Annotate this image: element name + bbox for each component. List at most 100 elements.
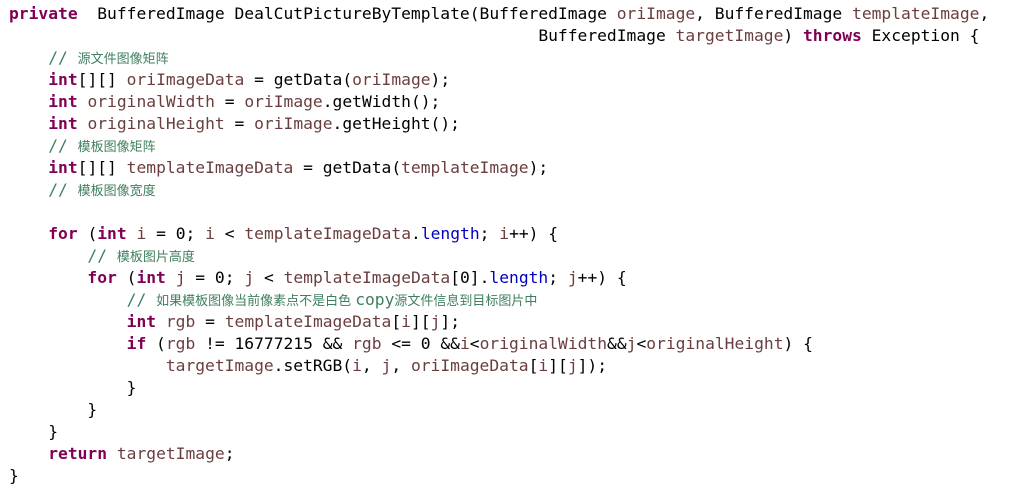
code-line[interactable]: int originalWidth = oriImage.getWidth(); (0, 91, 1010, 113)
code-token: . (411, 224, 421, 243)
code-line[interactable]: } (0, 377, 1010, 399)
code-token: [ (391, 312, 402, 331)
comment-token: copy (355, 290, 395, 309)
code-token: < (254, 268, 284, 287)
code-token: ++) { (509, 224, 559, 243)
code-token: } (126, 378, 137, 397)
comment-token: // (126, 290, 157, 309)
variable-token: oriImage (352, 70, 431, 89)
code-token: } (48, 422, 59, 441)
code-token: } (87, 400, 98, 419)
code-token: } (9, 466, 19, 485)
code-token: [0]. (450, 268, 490, 287)
code-line[interactable]: int[][] templateImageData = getData(temp… (0, 157, 1010, 179)
code-token: < (214, 224, 245, 243)
keyword-token: int (48, 70, 78, 89)
code-token: ( (146, 334, 166, 353)
keyword-token: int (136, 268, 166, 287)
code-token: = getData( (244, 70, 353, 89)
code-token: [ (528, 356, 539, 375)
code-line[interactable]: } (0, 465, 1010, 487)
variable-token: oriImage (244, 92, 323, 111)
variable-token: originalHeight (87, 114, 225, 133)
code-line[interactable]: // 模板图片高度 (0, 245, 1010, 267)
keyword-token: if (126, 334, 147, 353)
code-token: , (361, 356, 382, 375)
code-line[interactable]: } (0, 399, 1010, 421)
code-line[interactable]: return targetImage; (0, 443, 1010, 465)
variable-token: oriImage (254, 114, 333, 133)
code-token: ); (528, 158, 549, 177)
code-line[interactable]: // 模板图像宽度 (0, 179, 1010, 201)
variable-token: templateImage (852, 4, 980, 23)
variable-token: j (430, 312, 441, 331)
code-line[interactable]: for (int j = 0; j < templateImageData[0]… (0, 267, 1010, 289)
comment-token: // (48, 48, 78, 67)
comment-token: 模板图片高度 (116, 250, 195, 265)
variable-token: j (567, 356, 578, 375)
variable-token: originalHeight (646, 334, 784, 353)
code-line[interactable]: private BufferedImage DealCutPictureByTe… (0, 3, 1010, 25)
code-editor[interactable]: private BufferedImage DealCutPictureByTe… (0, 0, 1010, 495)
variable-token: templateImageData (224, 312, 392, 331)
code-line[interactable]: int rgb = templateImageData[i][j]; (0, 311, 1010, 333)
code-token: != 16777215 && (195, 334, 353, 353)
variable-token: targetImage (675, 26, 784, 45)
code-line[interactable]: // 源文件图像矩阵 (0, 47, 1010, 69)
code-token: = getData( (293, 158, 402, 177)
variable-token: j (381, 356, 392, 375)
code-line[interactable]: int[][] oriImageData = getData(oriImage)… (0, 69, 1010, 91)
code-token: ]; (440, 312, 461, 331)
variable-token: i (401, 312, 411, 331)
keyword-token: int (48, 114, 78, 133)
code-token: [][] (77, 158, 127, 177)
variable-token: originalWidth (479, 334, 608, 353)
variable-token: targetImage (116, 444, 225, 463)
code-token: [][] (77, 70, 127, 89)
code-token: < (469, 334, 480, 353)
variable-token: oriImageData (410, 356, 529, 375)
variable-token: i (205, 224, 215, 243)
code-line[interactable]: targetImage.setRGB(i, j, oriImageData[i]… (0, 355, 1010, 377)
code-line[interactable]: // 模板图像矩阵 (0, 135, 1010, 157)
variable-token: rgb (165, 312, 196, 331)
comment-token: 如果模板图像当前像素点不是白色 (156, 294, 356, 309)
code-line[interactable]: for (int i = 0; i < templateImageData.le… (0, 223, 1010, 245)
comment-token: 源文件图像矩阵 (77, 52, 169, 67)
code-line[interactable] (0, 201, 1010, 223)
keyword-token: int (48, 158, 78, 177)
code-line[interactable]: int originalHeight = oriImage.getHeight(… (0, 113, 1010, 135)
code-line[interactable]: if (rgb != 16777215 && rgb <= 0 &&i<orig… (0, 333, 1010, 355)
code-line[interactable]: } (0, 421, 1010, 443)
code-token: = (224, 114, 255, 133)
keyword-token: return (48, 444, 108, 463)
code-line[interactable]: // 如果模板图像当前像素点不是白色 copy源文件信息到目标图片中 (0, 289, 1010, 311)
code-token: , (391, 356, 411, 375)
code-token: ][ (548, 356, 568, 375)
code-token: && (607, 334, 627, 353)
variable-token: i (499, 224, 510, 243)
variable-token: i (459, 334, 470, 353)
keyword-token: int (97, 224, 127, 243)
keyword-token: for (48, 224, 78, 243)
code-token: ( (77, 224, 98, 243)
code-line[interactable]: BufferedImage targetImage) throws Except… (0, 25, 1010, 47)
variable-token: originalWidth (87, 92, 215, 111)
code-token: ; (548, 268, 568, 287)
